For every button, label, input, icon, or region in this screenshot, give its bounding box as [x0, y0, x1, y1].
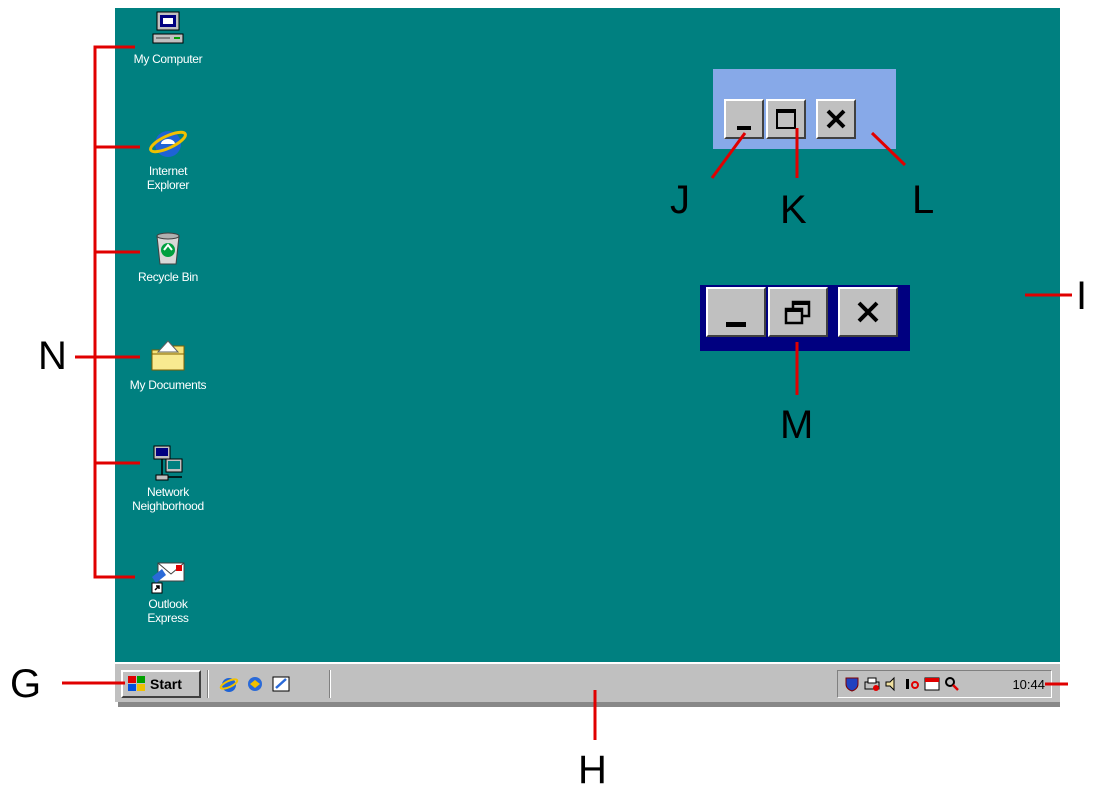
callout-l: L — [912, 178, 935, 222]
callout-k: K — [780, 188, 807, 232]
callout-i: I — [1076, 274, 1088, 318]
callout-m: M — [780, 403, 814, 447]
callout-g: G — [10, 662, 42, 706]
callout-h: H — [578, 748, 607, 792]
callout-lines — [62, 45, 1072, 740]
callout-j: J — [670, 178, 690, 222]
callout-n: N — [38, 334, 67, 378]
